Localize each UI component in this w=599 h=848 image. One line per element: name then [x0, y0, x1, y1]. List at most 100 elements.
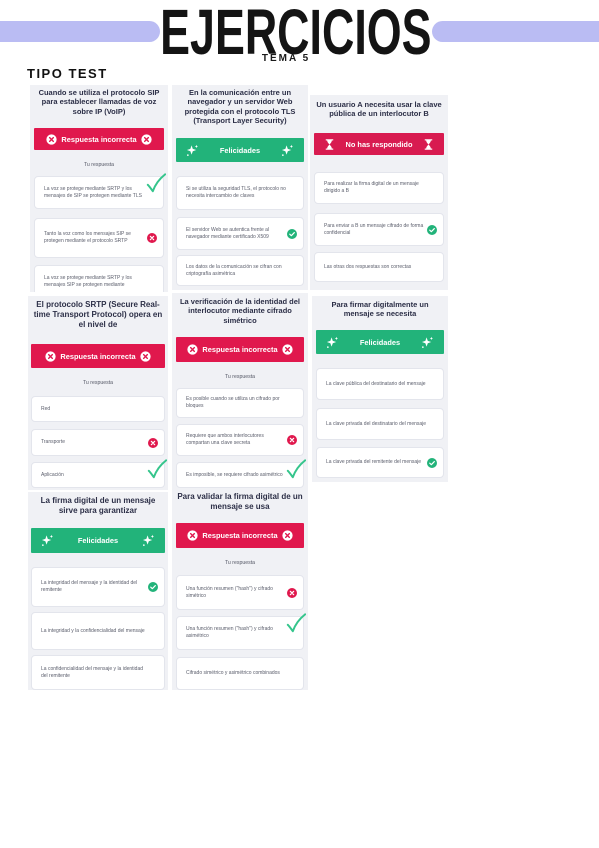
quiz-card: Un usuario A necesita usar la clave públ… — [310, 95, 448, 290]
handwritten-check-icon — [286, 459, 306, 479]
answer-option[interactable]: Tanto la voz como los mensajes SIP se pr… — [34, 218, 164, 258]
result-label: Felicidades — [219, 145, 261, 155]
question-text: Un usuario A necesita usar la clave públ… — [316, 100, 442, 119]
sparkle-icon — [326, 336, 339, 349]
question-text: El protocolo SRTP (Secure Real-time Tran… — [33, 300, 163, 329]
answer-option-text: La clave pública del destinatario del me… — [326, 380, 426, 387]
result-banner: Felicidades — [316, 330, 444, 354]
answer-option[interactable]: La integridad y la confidencialidad del … — [31, 612, 165, 650]
result-label: Respuesta incorrecta — [202, 345, 278, 354]
answer-option[interactable]: La clave privada del remitente del mensa… — [316, 447, 444, 478]
result-banner: Respuesta incorrecta — [176, 523, 304, 548]
question-text: En la comunicación entre un navegador y … — [184, 88, 296, 126]
your-answer-label: Tu respuesta — [224, 560, 256, 566]
answer-option-text: La voz se protege mediante SRTP y los me… — [44, 275, 132, 288]
answer-option[interactable]: La clave pública del destinatario del me… — [316, 368, 444, 400]
handwritten-check-icon — [147, 459, 167, 479]
quiz-card: La firma digital de un mensaje sirve par… — [28, 492, 168, 690]
result-label: No has respondido — [345, 139, 413, 149]
sparkle-icon — [41, 534, 54, 547]
hourglass-icon — [423, 138, 434, 150]
answer-option[interactable]: Red — [31, 396, 165, 422]
sparkle-icon — [281, 144, 294, 157]
circle-x-icon — [281, 530, 293, 541]
answer-option-text: Aplicación — [41, 471, 64, 478]
sparkle-icon — [186, 144, 199, 157]
answer-option-text: Para realizar la firma digital de un men… — [324, 181, 419, 194]
circle-x-icon — [187, 344, 199, 355]
answer-option-text: La confidencialidad del mensaje y la ide… — [41, 665, 144, 679]
quiz-card: Para firmar digitalmente un mensaje se n… — [312, 296, 448, 482]
sparkle-icon — [421, 336, 434, 349]
sparkle-icon — [142, 534, 155, 547]
circle-x-icon — [139, 350, 151, 362]
handwritten-check-icon — [146, 173, 166, 193]
check-circle-icon — [287, 228, 297, 239]
question-text: Para firmar digitalmente un mensaje se n… — [331, 300, 429, 319]
answer-option[interactable]: La clave privada del destinatario del me… — [316, 408, 444, 440]
answer-option-text: La clave privada del remitente del mensa… — [326, 459, 422, 466]
answer-option[interactable]: La confidencialidad del mensaje y la ide… — [31, 655, 165, 690]
result-banner: Respuesta incorrecta — [31, 344, 165, 368]
question-text: Para validar la firma digital de un mens… — [177, 492, 303, 511]
answer-option-text: Es imposible, se requiere cifrado asimét… — [186, 471, 283, 478]
answer-option-text: Una función resumen ("hash") y cifrado s… — [186, 585, 273, 599]
answer-option[interactable]: Es posible cuando se utiliza un cifrado … — [176, 388, 304, 418]
quiz-card: La verificación de la identidad del inte… — [172, 293, 308, 490]
answer-option[interactable]: Requiere que ambos interlocutores compar… — [176, 424, 304, 456]
result-label: Respuesta incorrecta — [202, 531, 278, 540]
answer-option[interactable]: Es imposible, se requiere cifrado asimét… — [176, 459, 306, 488]
answer-option[interactable]: El servidor Web se autentica frente al n… — [176, 217, 304, 250]
answer-option[interactable]: La integridad del mensaje y la identidad… — [31, 567, 165, 607]
answer-option[interactable]: Una función resumen ("hash") y cifrado a… — [176, 613, 306, 650]
answer-option-text: La voz se protege mediante SRTP y los me… — [44, 185, 142, 199]
circle-x-icon — [281, 344, 293, 355]
answer-option[interactable]: Una función resumen ("hash") y cifrado s… — [176, 575, 304, 610]
result-label: Felicidades — [77, 536, 119, 545]
answer-option-text: Requiere que ambos interlocutores compar… — [186, 433, 264, 446]
answer-option-text: Los datos de la comunicación se cifran c… — [186, 263, 282, 277]
answer-option[interactable]: Transporte — [31, 429, 165, 456]
result-banner: Respuesta incorrecta — [34, 128, 164, 150]
answer-option-text: Si se utiliza la seguridad TLS, el proto… — [186, 186, 286, 199]
answer-option-text: Para enviar a B un mensaje cifrado de fo… — [324, 222, 424, 236]
x-circle-icon — [147, 233, 157, 243]
answer-option-text: La integridad y la confidencialidad del … — [41, 627, 145, 634]
answer-option[interactable]: Las otras dos respuestas son correctas — [314, 252, 444, 282]
result-label: Felicidades — [359, 337, 401, 347]
answer-option-text: Transporte — [41, 439, 65, 446]
answer-option-text: Red — [41, 405, 51, 412]
circle-x-icon — [140, 133, 152, 145]
answer-option-text: La clave privada del destinatario del me… — [326, 420, 427, 427]
x-circle-icon — [287, 435, 297, 445]
question-text: Cuando se utiliza el protocolo SIP para … — [38, 88, 160, 116]
question-text: La verificación de la identidad del inte… — [179, 297, 301, 325]
answer-option[interactable]: Los datos de la comunicación se cifran c… — [176, 255, 304, 286]
answer-option-text: Una función resumen ("hash") y cifrado a… — [186, 626, 273, 639]
answer-option-text: Cifrado simétrico y asimétrico combinado… — [186, 670, 280, 677]
page-subtitle: TEMA 5 — [261, 53, 311, 64]
question-text: La firma digital de un mensaje sirve par… — [40, 496, 156, 515]
x-circle-icon — [287, 587, 297, 598]
hourglass-icon — [324, 138, 335, 150]
answer-option[interactable]: Cifrado simétrico y asimétrico combinado… — [176, 657, 304, 690]
answer-option[interactable]: Para realizar la firma digital de un men… — [314, 172, 444, 204]
check-circle-icon — [427, 224, 437, 235]
circle-x-icon — [45, 350, 57, 362]
result-banner: Felicidades — [31, 528, 165, 553]
quiz-card: Para validar la firma digital de un mens… — [172, 488, 308, 690]
answer-option[interactable]: Aplicación — [31, 459, 167, 488]
quiz-card: En la comunicación entre un navegador y … — [172, 85, 308, 290]
your-answer-label: Tu respuesta — [83, 162, 115, 168]
answer-option[interactable]: Si se utiliza la seguridad TLS, el proto… — [176, 176, 304, 210]
answer-option[interactable]: La voz se protege mediante SRTP y los me… — [34, 265, 164, 292]
answer-option[interactable]: Para enviar a B un mensaje cifrado de fo… — [314, 213, 444, 246]
answer-option-text: Tanto la voz como los mensajes SIP se pr… — [44, 231, 131, 244]
answer-option-text: Es posible cuando se utiliza un cifrado … — [186, 396, 280, 409]
section-title: TIPO TEST — [27, 66, 108, 81]
answer-option[interactable]: La voz se protege mediante SRTP y los me… — [34, 173, 166, 209]
result-banner: Respuesta incorrecta — [176, 337, 304, 362]
answer-option-text: El servidor Web se autentica frente al n… — [186, 226, 270, 240]
answer-option-text: La integridad del mensaje y la identidad… — [41, 580, 138, 593]
result-label: Respuesta incorrecta — [60, 351, 136, 361]
